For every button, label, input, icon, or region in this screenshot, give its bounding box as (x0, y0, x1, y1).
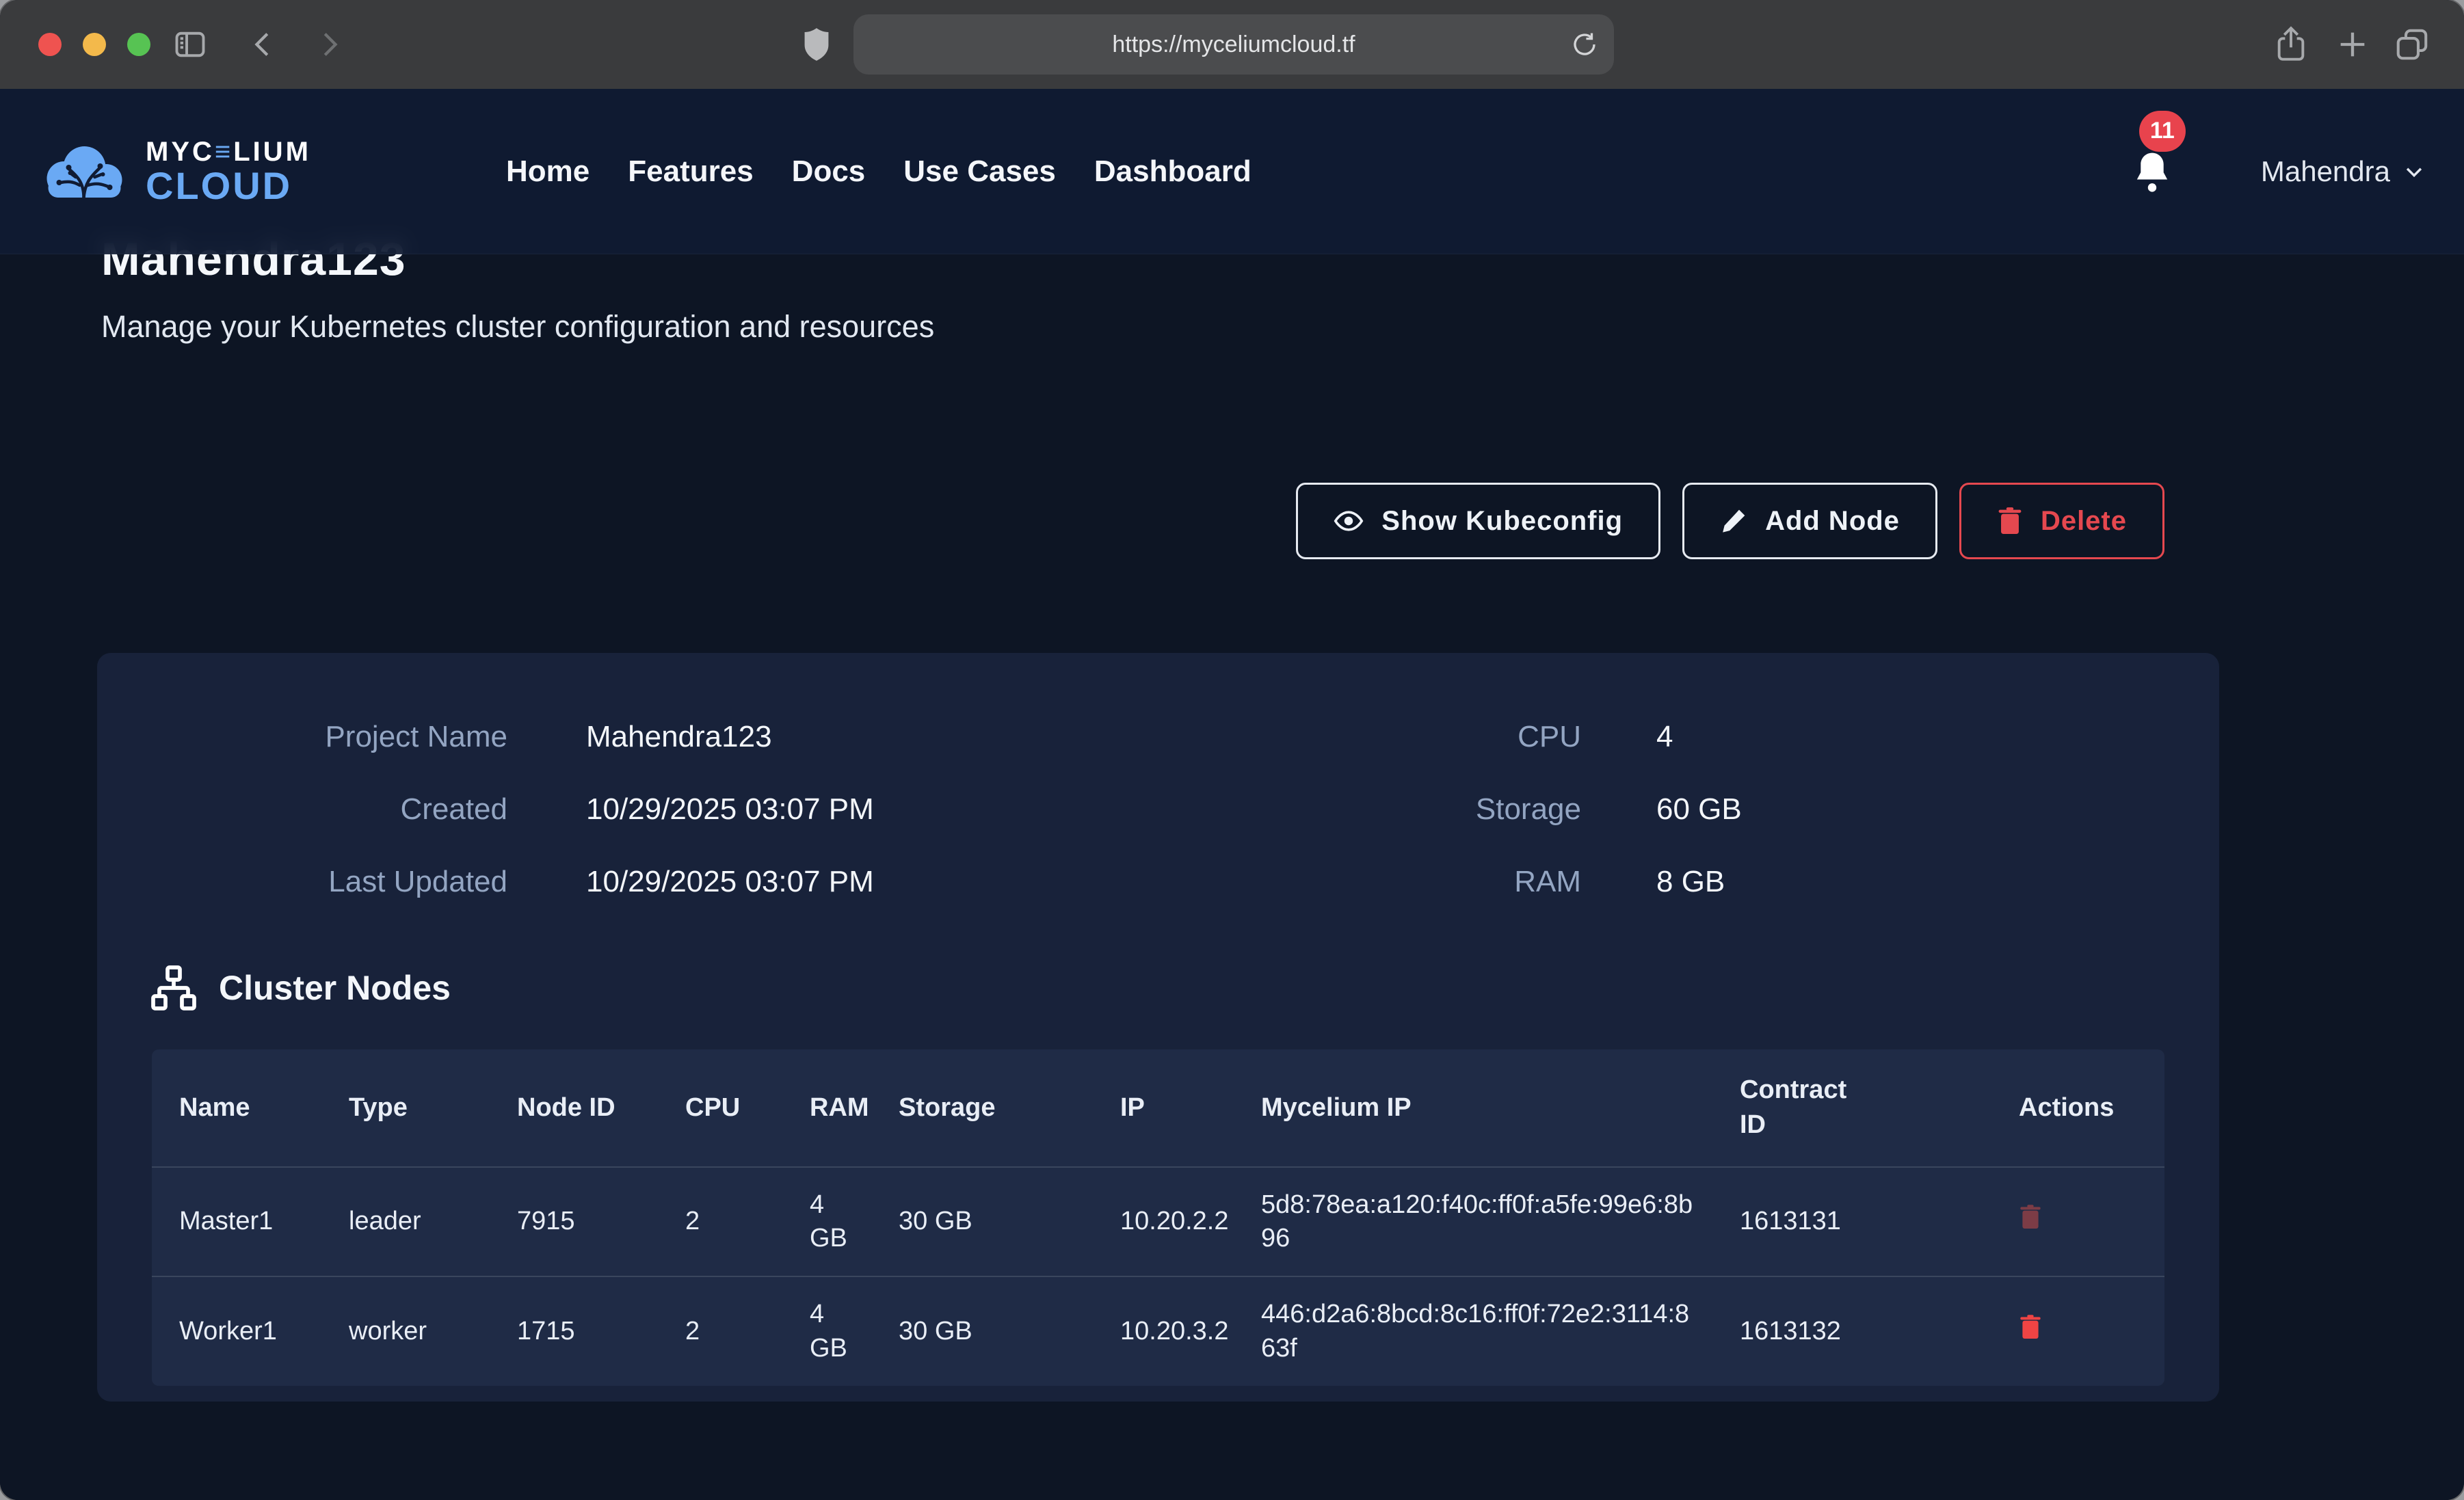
node-ram: 4 GB (782, 1167, 871, 1277)
col-ram: RAM (782, 1049, 871, 1167)
user-name: Mahendra (2261, 155, 2390, 188)
app-viewport: Mahendra123 Manage your Kubernetes clust… (0, 89, 2464, 1500)
created-value: 10/29/2025 03:07 PM (507, 773, 1369, 846)
node-name: Master1 (152, 1167, 321, 1277)
created-label: Created (97, 773, 507, 846)
pencil-icon (1720, 507, 1747, 535)
user-menu[interactable]: Mahendra (2261, 155, 2426, 188)
sidebar-toggle-icon[interactable] (171, 27, 209, 62)
ram-value: 8 GB (1581, 846, 2219, 918)
node-storage: 30 GB (871, 1167, 1093, 1277)
show-kubeconfig-button[interactable]: Show Kubeconfig (1296, 483, 1660, 559)
notification-badge: 11 (2139, 111, 2186, 152)
node-mycelium-ip: 5d8:78ea:a120:f40c:ff0f:a5fe:99e6:8b96 (1234, 1167, 1712, 1277)
forward-icon[interactable] (313, 27, 345, 62)
node-type: leader (321, 1167, 490, 1277)
node-name: Worker1 (152, 1276, 321, 1386)
show-kubeconfig-label: Show Kubeconfig (1381, 506, 1623, 537)
nav-home[interactable]: Home (506, 155, 589, 189)
main-nav: Home Features Docs Use Cases Dashboard (506, 155, 1251, 189)
node-contract-id: 1613132 (1712, 1276, 1964, 1386)
delete-cluster-button[interactable]: Delete (1959, 483, 2164, 559)
node-id: 7915 (490, 1167, 658, 1277)
node-contract-id: 1613131 (1712, 1167, 1964, 1277)
last-updated-value: 10/29/2025 03:07 PM (507, 846, 1369, 918)
col-name: Name (152, 1049, 321, 1167)
cluster-nodes-title: Cluster Nodes (219, 968, 451, 1008)
project-name-label: Project Name (97, 701, 507, 773)
col-actions: Actions (1964, 1049, 2164, 1167)
main-content: Mahendra123 Manage your Kubernetes clust… (0, 89, 2464, 1500)
zoom-window-button[interactable] (127, 33, 150, 56)
notifications-button[interactable]: 11 (2132, 150, 2172, 193)
storage-value: 60 GB (1581, 773, 2219, 846)
col-ip: IP (1093, 1049, 1234, 1167)
app-header: MYC≡LIUM CLOUD Home Features Docs Use Ca… (0, 89, 2464, 254)
cluster-actions-toolbar: Show Kubeconfig Add Node Delete (1296, 483, 2164, 559)
nav-docs[interactable]: Docs (792, 155, 866, 189)
table-row: Worker1 worker 1715 2 4 GB 30 GB 10.20.3… (152, 1276, 2164, 1386)
trash-icon (2019, 1313, 2042, 1341)
window-controls (38, 0, 150, 89)
ram-label: RAM (1369, 846, 1581, 918)
col-contract-id: Contract ID (1712, 1049, 1964, 1167)
delete-label: Delete (2041, 506, 2127, 537)
eye-icon (1334, 506, 1364, 536)
minimize-window-button[interactable] (83, 33, 106, 56)
new-tab-icon[interactable] (2335, 27, 2370, 62)
delete-node-button[interactable] (2019, 1313, 2042, 1343)
address-bar[interactable]: https://myceliumcloud.tf (853, 14, 1614, 75)
bell-icon (2132, 150, 2172, 193)
project-info-grid: Project Name Mahendra123 CPU 4 Created 1… (97, 701, 2219, 918)
col-cpu: CPU (658, 1049, 782, 1167)
nav-dashboard[interactable]: Dashboard (1094, 155, 1251, 189)
cluster-details-panel: Project Name Mahendra123 CPU 4 Created 1… (97, 653, 2219, 1402)
page-subtitle: Manage your Kubernetes cluster configura… (101, 309, 934, 345)
url-text: https://myceliumcloud.tf (1112, 31, 1355, 58)
nav-use-cases[interactable]: Use Cases (903, 155, 1056, 189)
node-ip: 10.20.2.2 (1093, 1167, 1234, 1277)
col-mycelium-ip: Mycelium IP (1234, 1049, 1712, 1167)
node-storage: 30 GB (871, 1276, 1093, 1386)
mycelium-cloud-logo-icon (38, 137, 131, 206)
header-right: 11 Mahendra (2132, 150, 2426, 193)
cpu-label: CPU (1369, 701, 1581, 773)
privacy-shield-icon[interactable] (802, 25, 832, 64)
share-icon[interactable] (2273, 24, 2309, 65)
col-storage: Storage (871, 1049, 1093, 1167)
node-cpu: 2 (658, 1167, 782, 1277)
chevron-down-icon (2402, 160, 2426, 183)
node-ip: 10.20.3.2 (1093, 1276, 1234, 1386)
storage-label: Storage (1369, 773, 1581, 846)
node-mycelium-ip: 446:d2a6:8bcd:8c16:ff0f:72e2:3114:863f (1234, 1276, 1712, 1386)
node-ram: 4 GB (782, 1276, 871, 1386)
back-icon[interactable] (248, 27, 279, 62)
last-updated-label: Last Updated (97, 846, 507, 918)
browser-window: https://myceliumcloud.tf Mahendra123 Man… (0, 0, 2464, 1500)
reload-icon[interactable] (1570, 30, 1599, 59)
close-window-button[interactable] (38, 33, 62, 56)
brand-logo[interactable]: MYC≡LIUM CLOUD (38, 137, 311, 206)
node-type: worker (321, 1276, 490, 1386)
cluster-nodes-table: Name Type Node ID CPU RAM Storage IP Myc… (152, 1049, 2164, 1386)
node-cpu: 2 (658, 1276, 782, 1386)
table-row: Master1 leader 7915 2 4 GB 30 GB 10.20.2… (152, 1167, 2164, 1277)
add-node-button[interactable]: Add Node (1682, 483, 1937, 559)
project-name-value: Mahendra123 (507, 701, 1369, 773)
node-id: 1715 (490, 1276, 658, 1386)
table-header-row: Name Type Node ID CPU RAM Storage IP Myc… (152, 1049, 2164, 1167)
delete-node-button[interactable] (2019, 1203, 2042, 1233)
network-icon (149, 963, 198, 1013)
col-node-id: Node ID (490, 1049, 658, 1167)
cpu-value: 4 (1581, 701, 2219, 773)
brand-wordmark: MYC≡LIUM CLOUD (146, 138, 311, 205)
add-node-label: Add Node (1765, 506, 1900, 537)
cluster-nodes-header: Cluster Nodes (149, 963, 2219, 1013)
trash-icon (2019, 1203, 2042, 1231)
browser-chrome: https://myceliumcloud.tf (0, 0, 2464, 89)
nav-features[interactable]: Features (628, 155, 753, 189)
tab-overview-icon[interactable] (2394, 26, 2430, 63)
trash-icon (1997, 507, 2023, 535)
col-type: Type (321, 1049, 490, 1167)
